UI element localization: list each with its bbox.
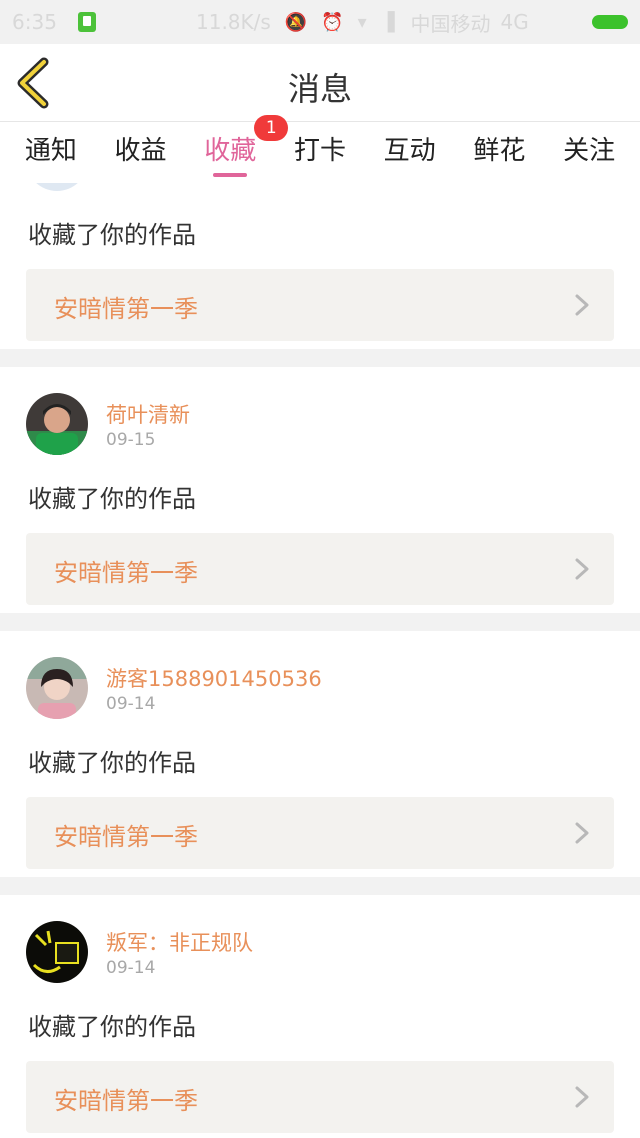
work-link[interactable]: 安暗情第一季 <box>26 533 614 605</box>
feed-list: 09-15 收藏了你的作品 安暗情第一季 <box>0 183 640 1138</box>
list-item: 09-15 收藏了你的作品 安暗情第一季 <box>0 183 640 349</box>
post-date: 09-15 <box>106 430 156 450</box>
wifi-icon: ▾ <box>357 11 367 33</box>
alarm-clock-icon: ⏰ <box>321 11 344 33</box>
sim-card-icon <box>78 12 96 32</box>
unread-badge: 1 <box>254 115 289 141</box>
tab-label: 互动 <box>383 136 436 166</box>
avatar[interactable] <box>26 393 88 455</box>
work-title: 安暗情第一季 <box>54 295 198 323</box>
post-date: 09-15 <box>106 183 155 186</box>
avatar[interactable] <box>26 183 88 191</box>
tab-label: 通知 <box>24 136 77 166</box>
page-title: 消息 <box>287 70 352 108</box>
network-speed: 11.8K/s <box>196 10 271 34</box>
tab-favorites[interactable]: 收藏 1 <box>200 115 289 183</box>
username[interactable]: 叛军：非正规队 <box>106 927 253 957</box>
tab-bar: 通知 收益 收藏 1 打卡 互动 鲜花 关注 <box>0 115 640 183</box>
tab-label: 关注 <box>563 136 616 166</box>
default-avatar-icon <box>26 183 88 191</box>
tab-interactions[interactable]: 互动 <box>380 123 440 183</box>
user-photo-icon <box>26 393 88 455</box>
list-item: 游客1588901450536 09-14 收藏了你的作品 安暗情第一季 <box>0 631 640 877</box>
username[interactable]: 游客1588901450536 <box>106 663 322 693</box>
bell-mute-icon: 🔕 <box>284 11 308 33</box>
chevron-right-icon <box>575 822 589 844</box>
status-time: 6:35 <box>12 10 57 34</box>
work-title: 安暗情第一季 <box>54 1087 198 1115</box>
tab-label: 收益 <box>114 136 167 166</box>
app-screen: 6:35 11.8K/s 🔕 ⏰ ▾ ▐ 中国移动 4G 消息 通知 收益 收藏… <box>0 0 640 1138</box>
tab-notifications[interactable]: 通知 <box>21 123 81 183</box>
chevron-right-icon <box>575 294 589 316</box>
chevron-right-icon <box>575 558 589 580</box>
work-title: 安暗情第一季 <box>54 559 198 587</box>
user-photo-icon <box>26 921 88 983</box>
header: 消息 <box>0 44 640 122</box>
tab-label: 收藏 <box>204 136 257 166</box>
status-bar: 6:35 11.8K/s 🔕 ⏰ ▾ ▐ 中国移动 4G <box>0 0 640 44</box>
username[interactable]: 荷叶清新 <box>106 399 190 429</box>
network-type: 4G <box>500 10 529 34</box>
avatar[interactable] <box>26 921 88 983</box>
action-text: 收藏了你的作品 <box>28 485 196 513</box>
tab-follows[interactable]: 关注 <box>559 123 619 183</box>
tab-earnings[interactable]: 收益 <box>111 123 171 183</box>
action-text: 收藏了你的作品 <box>28 1013 196 1041</box>
signal-icon: ▐ <box>380 11 395 33</box>
user-photo-icon <box>26 657 88 719</box>
list-item: 叛军：非正规队 09-14 收藏了你的作品 安暗情第一季 <box>0 895 640 1138</box>
work-title: 安暗情第一季 <box>54 823 198 851</box>
work-link[interactable]: 安暗情第一季 <box>26 269 614 341</box>
carrier-name: 中国移动 <box>410 11 491 36</box>
message-feed[interactable]: 09-15 收藏了你的作品 安暗情第一季 <box>0 183 640 1138</box>
tab-flowers[interactable]: 鲜花 <box>469 123 529 183</box>
action-text: 收藏了你的作品 <box>28 221 196 249</box>
battery-icon <box>592 15 628 29</box>
tab-checkin[interactable]: 打卡 <box>290 123 350 183</box>
avatar[interactable] <box>26 657 88 719</box>
action-text: 收藏了你的作品 <box>28 749 196 777</box>
work-link[interactable]: 安暗情第一季 <box>26 797 614 869</box>
post-date: 09-14 <box>106 694 156 714</box>
chevron-right-icon <box>575 1086 589 1108</box>
tab-label: 打卡 <box>293 136 346 166</box>
list-item: 荷叶清新 09-15 收藏了你的作品 安暗情第一季 <box>0 367 640 613</box>
work-link[interactable]: 安暗情第一季 <box>26 1061 614 1133</box>
post-date: 09-14 <box>106 958 156 978</box>
tab-label: 鲜花 <box>473 136 526 166</box>
